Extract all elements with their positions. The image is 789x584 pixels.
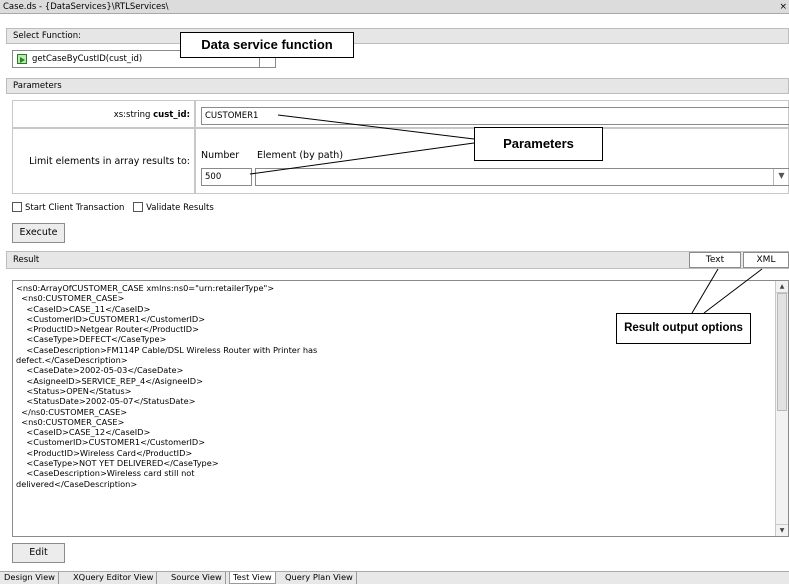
close-icon[interactable]: × bbox=[779, 0, 787, 14]
tab-xquery-editor-view[interactable]: XQuery Editor View bbox=[70, 572, 158, 584]
parameters-grid: xs:string cust_id: CUSTOMER1 Limit eleme… bbox=[6, 100, 789, 195]
window-title: Case.ds - {DataServices}\RTLServices\ bbox=[3, 2, 169, 12]
scroll-down-icon[interactable]: ▼ bbox=[776, 524, 788, 536]
scrollbar-thumb[interactable] bbox=[777, 293, 787, 411]
result-output-callout: Result output options bbox=[616, 313, 751, 344]
xml-output-button[interactable]: XML bbox=[743, 252, 789, 268]
editor-view-tabs: Design View XQuery Editor View Source Vi… bbox=[0, 571, 789, 584]
tab-test-view[interactable]: Test View bbox=[229, 572, 276, 584]
tab-query-plan-view[interactable]: Query Plan View bbox=[282, 572, 357, 584]
execute-button[interactable]: Execute bbox=[12, 223, 65, 243]
result-scrollbar[interactable]: ▲ ▼ bbox=[775, 281, 788, 536]
cust-id-input[interactable]: CUSTOMER1 bbox=[201, 107, 789, 125]
element-path-label: Element (by path) bbox=[257, 150, 344, 161]
element-path-dropdown[interactable]: ▼ bbox=[255, 168, 789, 186]
limit-number-input[interactable]: 500 bbox=[201, 168, 252, 186]
parameters-header: Parameters bbox=[6, 78, 789, 94]
options-row: Start Client Transaction Validate Result… bbox=[12, 202, 220, 216]
edit-button[interactable]: Edit bbox=[12, 543, 65, 563]
text-output-button[interactable]: Text bbox=[689, 252, 741, 268]
scroll-up-icon[interactable]: ▲ bbox=[776, 281, 788, 293]
result-header: Result bbox=[6, 251, 789, 269]
select-function-header: Select Function: bbox=[6, 28, 789, 44]
validate-results-checkbox[interactable] bbox=[133, 202, 144, 212]
tab-design-view[interactable]: Design View bbox=[1, 572, 59, 584]
cust-id-cell: CUSTOMER1 bbox=[195, 100, 789, 128]
tab-source-view[interactable]: Source View bbox=[168, 572, 226, 584]
parameters-callout: Parameters bbox=[474, 127, 603, 161]
number-label: Number bbox=[201, 150, 240, 161]
function-name: getCaseByCustID(cust_id) bbox=[32, 54, 143, 64]
cust-id-label: xs:string cust_id: bbox=[12, 100, 195, 128]
data-service-callout: Data service function bbox=[180, 32, 354, 58]
chevron-down-icon[interactable]: ▼ bbox=[773, 169, 789, 185]
run-function-icon bbox=[17, 54, 27, 64]
limit-elements-label: Limit elements in array results to: bbox=[12, 128, 195, 194]
start-client-transaction-checkbox[interactable] bbox=[12, 202, 22, 212]
window-title-bar: Case.ds - {DataServices}\RTLServices\ × bbox=[0, 0, 789, 14]
